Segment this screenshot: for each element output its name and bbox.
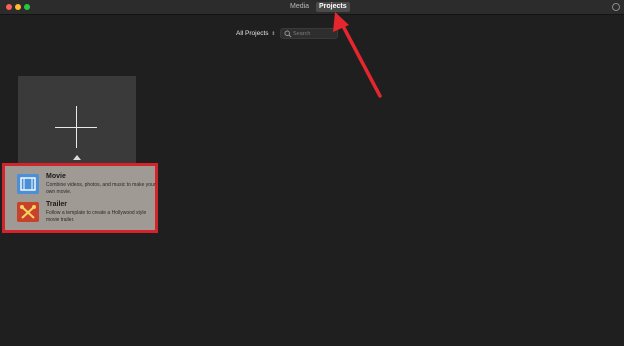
movie-title: Movie: [46, 173, 66, 180]
projects-filter-dropdown[interactable]: All Projects ⇕: [236, 28, 276, 40]
film-icon: [17, 174, 39, 194]
popover-pointer: [73, 155, 81, 160]
imovie-window: Media Projects All Projects ⇕ Search Mov…: [0, 0, 624, 346]
trailer-title: Trailer: [46, 201, 68, 208]
trailer-description: Follow a template to create a Hollywood …: [46, 210, 147, 223]
new-movie-option[interactable]: Movie Combine videos, photos, and music …: [15, 172, 156, 198]
settings-icon[interactable]: [612, 3, 620, 11]
new-project-popover: Movie Combine videos, photos, and music …: [2, 163, 158, 233]
search-icon: [284, 30, 292, 38]
maximize-window-button[interactable]: [24, 4, 30, 10]
trailer-icon: [17, 202, 39, 222]
new-trailer-option[interactable]: Trailer Follow a template to create a Ho…: [15, 200, 153, 226]
close-window-button[interactable]: [6, 4, 12, 10]
new-project-tile[interactable]: [18, 76, 136, 164]
filter-label: All Projects: [236, 30, 269, 37]
title-bar: Media Projects: [0, 0, 624, 15]
chevron-updown-icon: ⇕: [271, 31, 276, 37]
tab-projects[interactable]: Projects: [316, 2, 350, 12]
minimize-window-button[interactable]: [15, 4, 21, 10]
search-input[interactable]: [293, 29, 337, 38]
movie-description: Combine videos, photos, and music to mak…: [46, 182, 156, 195]
plus-icon-vertical: [76, 106, 77, 148]
tab-media[interactable]: Media: [287, 2, 312, 12]
search-field[interactable]: [280, 28, 338, 39]
